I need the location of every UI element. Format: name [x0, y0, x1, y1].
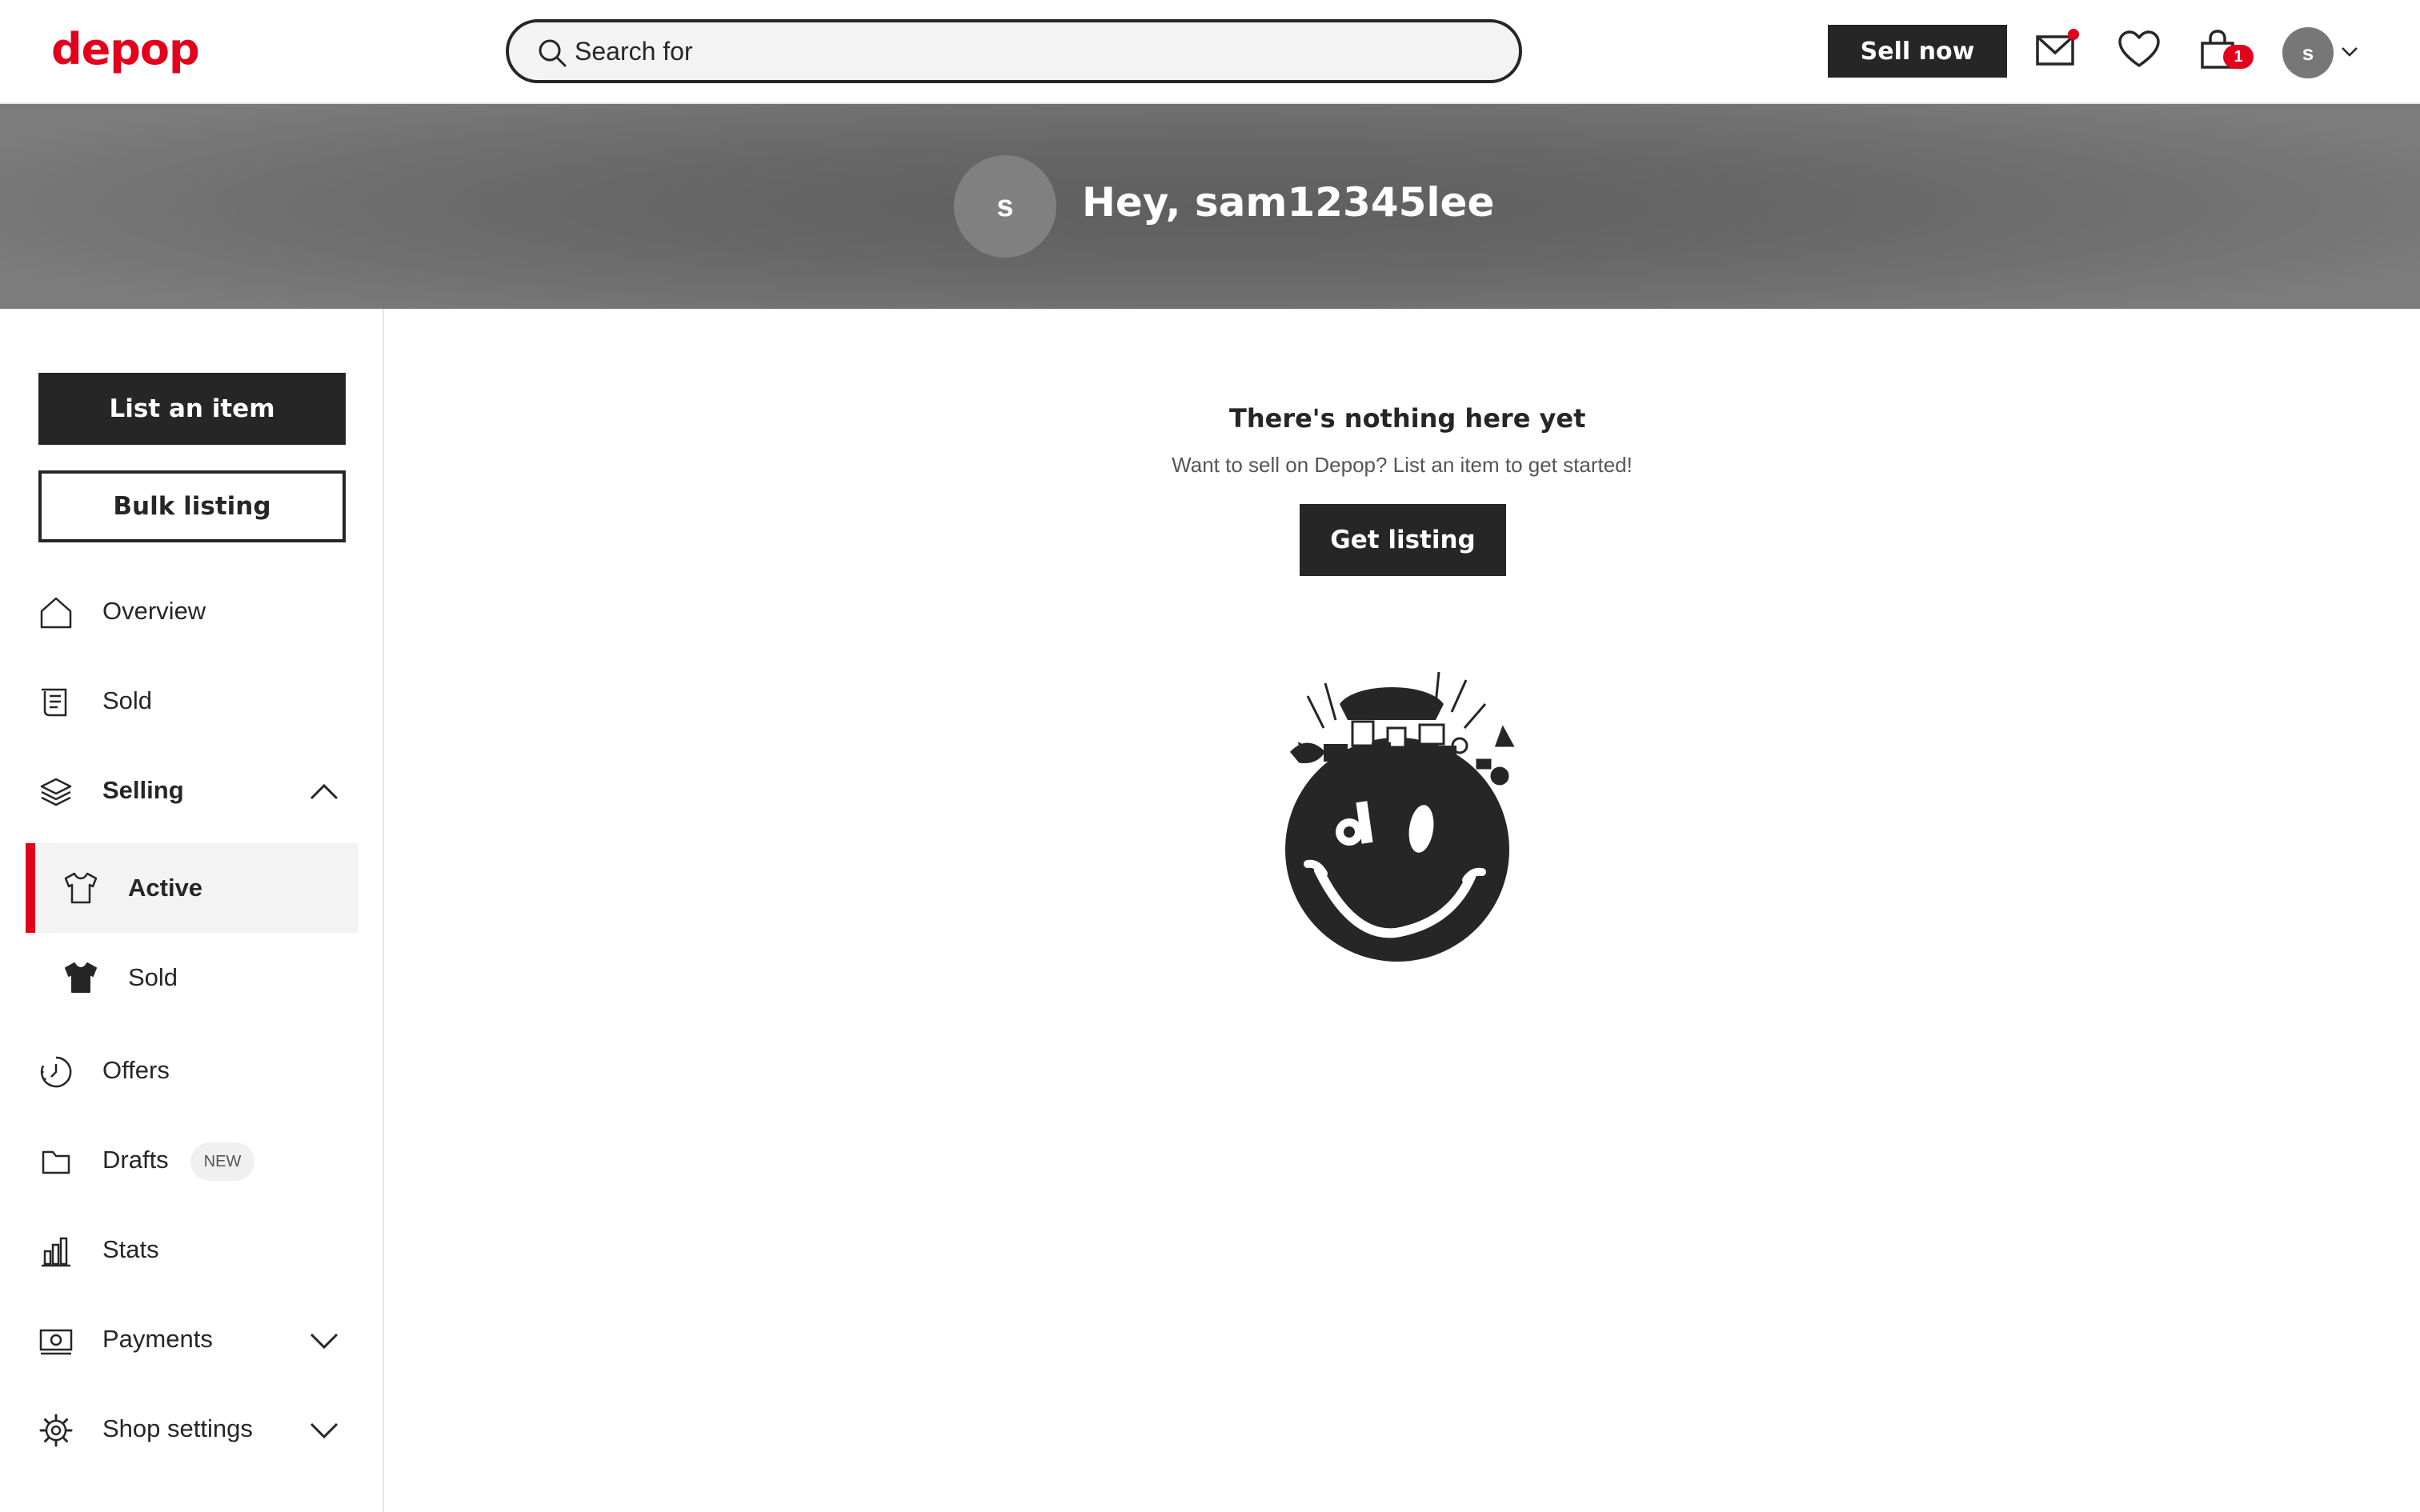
offers-clock-icon	[40, 1056, 72, 1088]
search-icon	[539, 39, 567, 67]
search-bar[interactable]	[506, 19, 1522, 83]
depop-logo[interactable]: depop	[51, 24, 200, 74]
sidebar-subitem-active[interactable]: Active	[26, 843, 359, 933]
sidebar-item-selling[interactable]: Selling	[0, 752, 359, 832]
empty-state-illustration	[1285, 672, 1515, 962]
sidebar-item-label: Offers	[102, 1056, 170, 1084]
folder-icon	[42, 1150, 70, 1174]
greeting-heading: Hey, sam12345lee	[1082, 179, 1495, 226]
gear-icon	[39, 1414, 73, 1447]
chevron-down-icon[interactable]	[309, 1418, 339, 1443]
search-input[interactable]	[575, 30, 1455, 72]
sidebar-subitem-sold[interactable]: Sold	[26, 933, 359, 1022]
empty-state-title: There's nothing here yet	[1229, 403, 1586, 434]
sidebar-subitem-label: Active	[128, 874, 203, 902]
sidebar-item-label: Selling	[102, 776, 184, 804]
sidebar-item-payments[interactable]: Payments	[0, 1301, 359, 1381]
sidebar-item-label: Drafts	[102, 1146, 169, 1174]
chevron-up-icon[interactable]	[309, 779, 339, 805]
heart-icon[interactable]	[2118, 29, 2161, 72]
bar-chart-icon	[42, 1237, 70, 1267]
chevron-down-icon[interactable]	[309, 1328, 339, 1354]
tshirt-outline-icon	[64, 872, 98, 904]
sidebar: List an item Bulk listing Overview Sold …	[0, 309, 384, 1512]
top-navigation-bar: depop Sell now 1 s	[0, 0, 2420, 104]
profile-banner: s Hey, sam12345lee	[0, 104, 2420, 309]
profile-avatar: s	[954, 155, 1056, 258]
sidebar-item-drafts[interactable]: Drafts NEW	[0, 1122, 359, 1202]
tshirt-filled-icon	[65, 962, 97, 993]
sidebar-item-stats[interactable]: Stats	[0, 1211, 359, 1291]
bag-count-badge: 1	[2223, 45, 2254, 69]
sidebar-item-label: Overview	[102, 597, 206, 625]
layers-icon	[40, 778, 72, 806]
get-listing-button[interactable]: Get listing	[1300, 504, 1506, 576]
bulk-listing-button[interactable]: Bulk listing	[38, 470, 346, 542]
banknote-icon	[39, 1329, 73, 1355]
active-indicator	[26, 843, 35, 933]
user-avatar[interactable]: s	[2282, 27, 2334, 78]
sell-now-button[interactable]: Sell now	[1828, 25, 2007, 78]
sidebar-item-label: Stats	[102, 1235, 159, 1263]
sidebar-item-sold[interactable]: Sold	[0, 662, 359, 742]
sidebar-item-label: Payments	[102, 1325, 213, 1353]
sidebar-item-label: Shop settings	[102, 1414, 253, 1442]
list-an-item-button[interactable]: List an item	[38, 373, 346, 445]
empty-state-subtitle: Want to sell on Depop? List an item to g…	[1172, 453, 1633, 477]
receipt-icon	[42, 688, 67, 717]
new-badge: NEW	[190, 1142, 254, 1181]
home-icon	[40, 597, 72, 629]
sidebar-item-label: Sold	[102, 686, 153, 714]
sidebar-item-shop-settings[interactable]: Shop settings	[0, 1390, 359, 1470]
sidebar-item-offers[interactable]: Offers	[0, 1032, 359, 1112]
sidebar-subitem-label: Sold	[128, 963, 178, 991]
mail-notification-dot	[2068, 29, 2079, 40]
sidebar-item-overview[interactable]: Overview	[0, 573, 359, 653]
chevron-down-icon[interactable]	[2340, 42, 2359, 61]
